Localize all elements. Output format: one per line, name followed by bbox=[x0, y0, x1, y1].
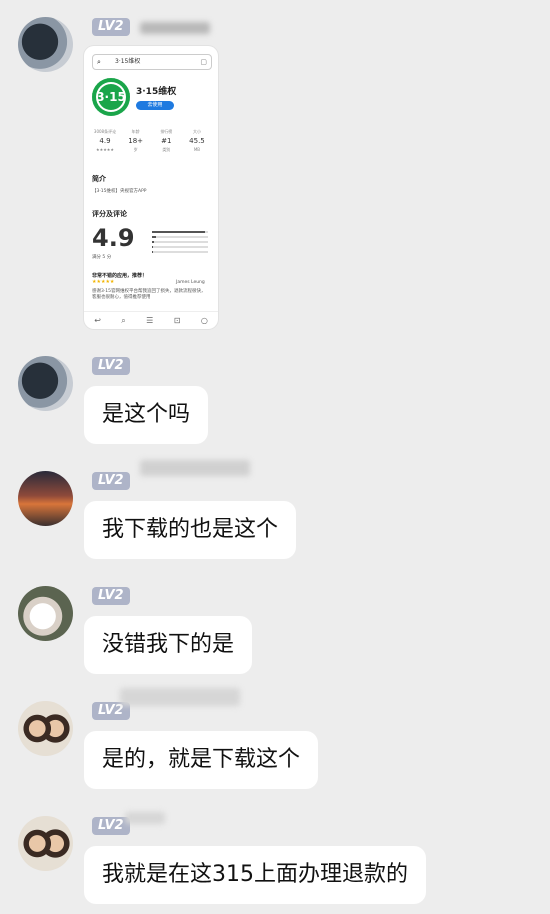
avatar[interactable] bbox=[18, 586, 73, 641]
review-title: 非常不错的应用，推荐！ bbox=[92, 273, 148, 279]
home-icon: ○ bbox=[200, 316, 208, 325]
stat-item: 3008条评论 4.9 ★★★★★ bbox=[93, 129, 117, 152]
list-icon: ☰ bbox=[146, 316, 154, 325]
blurred-username bbox=[140, 460, 250, 476]
level-badge: LV2 bbox=[92, 357, 130, 375]
review-author: James Leung bbox=[176, 280, 205, 285]
message-bubble[interactable]: 是的，就是下载这个 bbox=[84, 731, 319, 789]
search-icon: ⌕ bbox=[97, 58, 101, 66]
stat-item: 排行榜 #1 类别 bbox=[160, 129, 173, 152]
stat-item: 年龄 18+ 岁 bbox=[128, 129, 144, 152]
shared-screenshot[interactable]: ⌕ 3·15维权 ▢ 3·15 3·15维权 去使用 3008条评论 4.9 ★… bbox=[84, 46, 218, 329]
level-badge: LV2 bbox=[92, 472, 130, 490]
search-icon: ⌕ bbox=[121, 315, 126, 325]
rating-sub: 满分 5 分 bbox=[92, 255, 112, 260]
avatar[interactable] bbox=[18, 471, 73, 526]
review-stars: ★★★★★ bbox=[92, 279, 115, 285]
message-bubble[interactable]: 没错我下的是 bbox=[84, 616, 253, 674]
message-bubble[interactable]: 是这个吗 bbox=[84, 386, 209, 444]
intro-title: 简介 bbox=[92, 175, 106, 183]
rating-value: 4.9 bbox=[92, 224, 135, 252]
open-app-button: 去使用 bbox=[136, 101, 174, 110]
app-name: 3·15维权 bbox=[136, 87, 177, 97]
app-logo: 3·15 bbox=[92, 78, 130, 116]
back-icon: ↩ bbox=[94, 316, 101, 325]
message-bubble[interactable]: 我就是在这315上面办理退款的 bbox=[84, 846, 426, 904]
bottom-nav: ↩ ⌕ ☰ ⊡ ○ bbox=[84, 311, 218, 329]
message-bubble[interactable]: 我下载的也是这个 bbox=[84, 501, 297, 559]
level-badge: LV2 bbox=[92, 587, 130, 605]
avatar[interactable] bbox=[18, 17, 73, 72]
review-text: 感谢3·15官网维权平台帮我追回了损失，退款流程很快，客服也很耐心，值得推荐使用 bbox=[92, 289, 206, 300]
avatar[interactable] bbox=[18, 356, 73, 411]
search-query: 3·15维权 bbox=[115, 58, 141, 65]
blurred-username bbox=[140, 22, 210, 34]
level-badge: LV2 bbox=[92, 18, 130, 36]
intro-text: 【3·15维权】央视官方APP bbox=[92, 189, 147, 194]
blurred-username bbox=[120, 688, 240, 706]
rating-bars bbox=[144, 228, 208, 253]
avatar[interactable] bbox=[18, 816, 73, 871]
share-icon: ⊡ bbox=[173, 316, 181, 325]
ratings-title: 评分及评论 bbox=[92, 210, 127, 218]
blurred-username bbox=[125, 812, 165, 824]
close-icon: ▢ bbox=[200, 58, 207, 66]
avatar[interactable] bbox=[18, 701, 73, 756]
stat-item: 大小 45.5 MB bbox=[189, 129, 205, 152]
app-stats: 3008条评论 4.9 ★★★★★ 年龄 18+ 岁 排行榜 #1 类别 大小 … bbox=[90, 129, 212, 153]
level-badge: LV2 bbox=[92, 817, 130, 835]
search-bar: ⌕ 3·15维权 ▢ bbox=[92, 54, 212, 70]
